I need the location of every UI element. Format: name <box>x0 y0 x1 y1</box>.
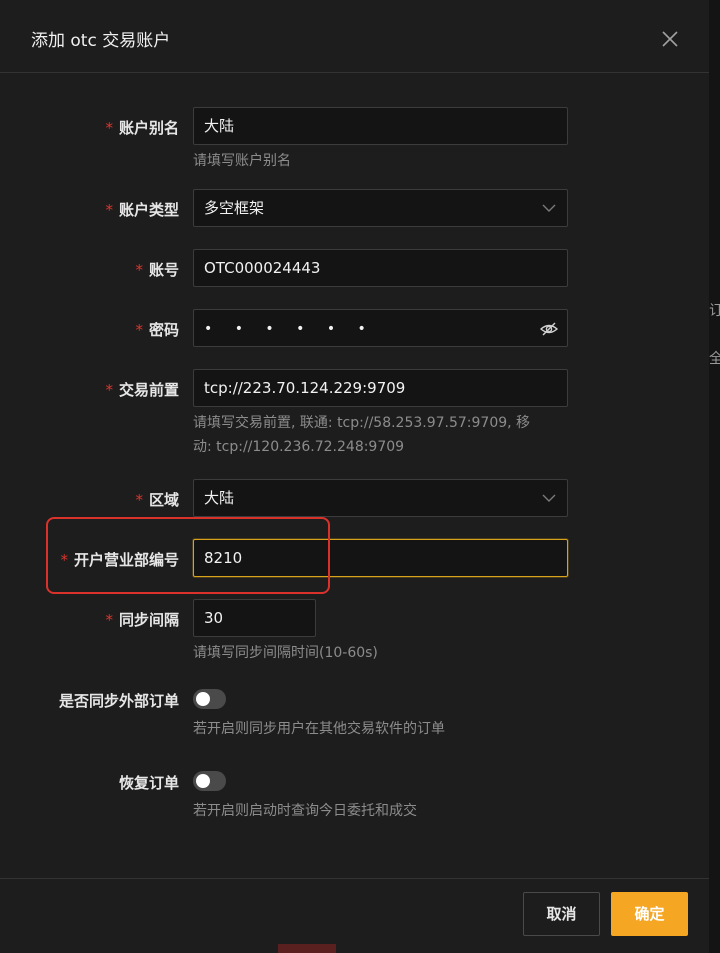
add-otc-account-dialog: 添加 otc 交易账户 * 账户别名 大陆 请填写账户别名 * 账户类型 多空框架 … <box>0 0 709 953</box>
toggle-knob <box>196 774 210 788</box>
background-page-edge <box>709 0 720 953</box>
account-number-input[interactable]: OTC000024443 <box>193 249 568 287</box>
sync-external-toggle[interactable] <box>193 689 226 709</box>
trade-front-help: 请填写交易前置, 联通: tcp://58.253.97.57:9709, 移 … <box>193 411 573 459</box>
dialog-header: 添加 otc 交易账户 <box>0 0 709 73</box>
account-alias-input[interactable]: 大陆 <box>193 107 568 145</box>
password-label: 密码 <box>148 321 179 339</box>
region-select[interactable]: 大陆 <box>193 479 568 517</box>
dialog-footer: 取消 确定 <box>0 878 709 953</box>
background-text-fragment: 订 <box>709 303 720 319</box>
trade-front-input[interactable]: tcp://223.70.124.229:9709 <box>193 369 568 407</box>
required-mark: * <box>105 611 113 629</box>
sync-interval-label: 同步间隔 <box>118 611 179 629</box>
account-alias-help: 请填写账户别名 <box>193 153 291 169</box>
account-alias-label: 账户别名 <box>118 119 179 137</box>
chevron-down-icon <box>542 204 556 212</box>
restore-orders-label: 恢复订单 <box>118 774 179 792</box>
highlight-annotation-box <box>46 517 330 594</box>
close-button[interactable] <box>657 26 683 52</box>
cancel-button[interactable]: 取消 <box>523 892 600 936</box>
chevron-down-icon <box>542 494 556 502</box>
sync-external-help: 若开启则同步用户在其他交易软件的订单 <box>193 721 445 737</box>
required-mark: * <box>135 321 143 339</box>
restore-orders-help: 若开启则启动时查询今日委托和成交 <box>193 803 417 819</box>
confirm-button[interactable]: 确定 <box>611 892 688 936</box>
account-number-label: 账号 <box>148 261 179 279</box>
password-input[interactable]: • • • • • • <box>193 309 568 347</box>
required-mark: * <box>105 119 113 137</box>
account-type-label: 账户类型 <box>118 201 179 219</box>
background-page-bar <box>278 944 336 953</box>
password-value: • • • • • • <box>204 321 375 337</box>
required-mark: * <box>105 381 113 399</box>
sync-interval-help: 请填写同步间隔时间(10-60s) <box>193 645 378 661</box>
required-mark: * <box>135 261 143 279</box>
trade-front-help-line-1: 请填写交易前置, 联通: tcp://58.253.97.57:9709, 移 <box>193 415 531 431</box>
region-value: 大陆 <box>204 489 235 507</box>
account-type-select[interactable]: 多空框架 <box>193 189 568 227</box>
dialog-title: 添加 otc 交易账户 <box>31 31 171 51</box>
toggle-knob <box>196 692 210 706</box>
required-mark: * <box>105 201 113 219</box>
required-mark: * <box>135 491 143 509</box>
trade-front-help-line-2: 动: tcp://120.236.72.248:9709 <box>193 439 405 455</box>
account-type-value: 多空框架 <box>204 199 265 217</box>
sync-interval-input[interactable]: 30 <box>193 599 316 637</box>
region-label: 区域 <box>148 491 179 509</box>
trade-front-label: 交易前置 <box>118 381 179 399</box>
background-text-fragment: 全 <box>709 351 720 367</box>
sync-external-label: 是否同步外部订单 <box>58 692 179 710</box>
close-icon <box>662 31 678 47</box>
restore-orders-toggle[interactable] <box>193 771 226 791</box>
eye-off-icon[interactable] <box>539 319 559 339</box>
